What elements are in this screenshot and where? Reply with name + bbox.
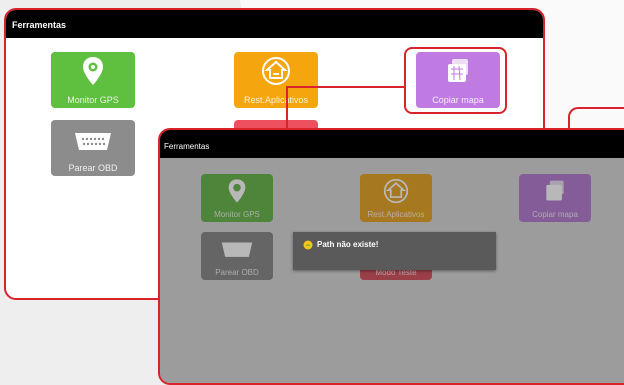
- connector-horizontal: [288, 86, 404, 88]
- toast-message: Path não existe!: [293, 232, 496, 270]
- tile-label: Rest.Aplicativos: [243, 95, 309, 105]
- tile-label: Rest.Aplicativos: [367, 210, 425, 219]
- tile-label: Monitor GPS: [67, 95, 119, 105]
- tile-rest-aplicativos[interactable]: Rest.Aplicativos: [234, 52, 318, 108]
- tile-monitor-gps[interactable]: Monitor GPS: [51, 52, 135, 108]
- tile-rest-aplicativos[interactable]: Rest.Aplicativos: [360, 174, 432, 222]
- tile-label: Copiar mapa: [532, 210, 578, 219]
- tile-label: Monitor GPS: [214, 210, 260, 219]
- connector-vertical: [286, 86, 288, 130]
- obd-connector-icon: [75, 133, 111, 150]
- tile-parear-obd[interactable]: Parear OBD: [201, 232, 273, 280]
- window-title: Ferramentas: [160, 130, 624, 158]
- tile-label: Parear OBD: [68, 163, 118, 173]
- window-title: Ferramentas: [6, 10, 543, 38]
- tile-parear-obd[interactable]: Parear OBD: [51, 120, 135, 176]
- android-icon: [303, 240, 313, 250]
- home-arrow-icon: [383, 178, 409, 204]
- obd-connector-icon: [221, 242, 253, 257]
- map-copy-icon: [546, 180, 564, 201]
- tile-label: Parear OBD: [215, 268, 259, 277]
- toast-text: Path não existe!: [317, 240, 379, 250]
- dimmed-content: Monitor GPS Rest.Aplicativos Copiar mapa…: [160, 158, 624, 383]
- tile-copiar-mapa[interactable]: Copiar mapa: [519, 174, 591, 222]
- location-pin-icon: [228, 179, 246, 203]
- tile-monitor-gps[interactable]: Monitor GPS: [201, 174, 273, 222]
- copiar-mapa-highlight: [404, 47, 507, 114]
- location-pin-icon: [83, 57, 103, 85]
- home-arrow-icon: [262, 57, 290, 85]
